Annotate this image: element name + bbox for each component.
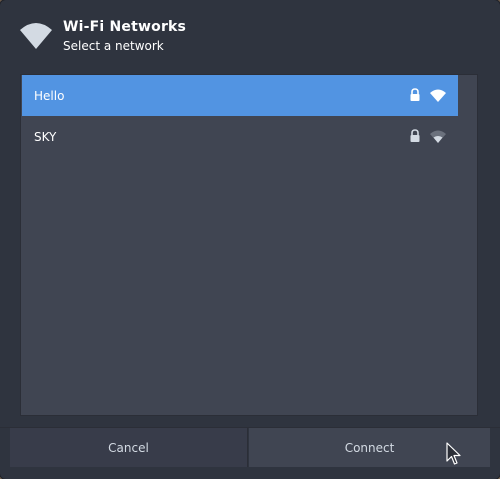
list-scrollbar[interactable] [458, 76, 476, 414]
network-list[interactable]: Hello SKY [20, 74, 478, 416]
lock-icon [410, 88, 420, 101]
network-name: SKY [34, 129, 57, 144]
network-row-sky[interactable]: SKY [22, 116, 458, 157]
dialog-footer: Cancel Connect [0, 427, 500, 479]
wifi-dialog: Wi-Fi Networks Select a network Hello SK… [0, 0, 500, 479]
dialog-header: Wi-Fi Networks Select a network [0, 0, 500, 66]
cancel-button[interactable]: Cancel [10, 428, 248, 467]
dialog-subtitle: Select a network [63, 39, 164, 53]
network-name: Hello [34, 88, 65, 103]
mouse-cursor-icon [446, 442, 461, 465]
wifi-icon [20, 23, 52, 49]
wifi-signal-partial-icon [430, 130, 446, 143]
dialog-title: Wi-Fi Networks [63, 19, 187, 35]
wifi-signal-full-icon [430, 89, 446, 102]
network-row-hello[interactable]: Hello [22, 75, 458, 116]
lock-icon [410, 129, 420, 142]
